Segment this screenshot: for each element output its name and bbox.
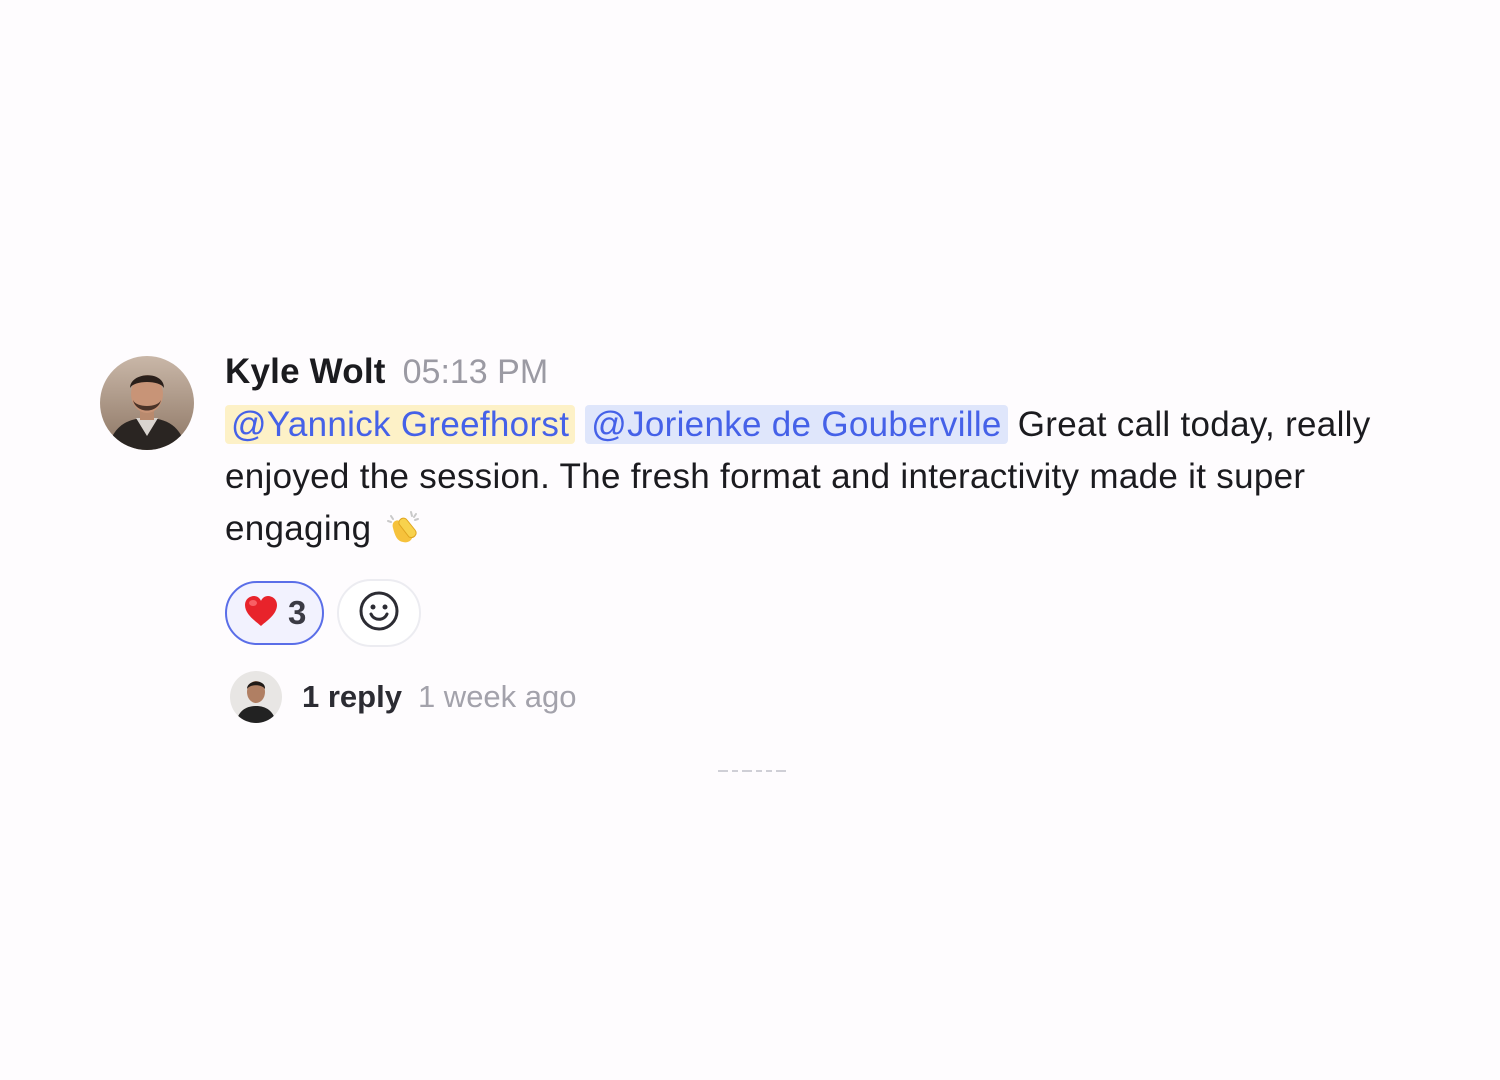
mention-yannick[interactable]: @Yannick Greefhorst	[225, 405, 576, 444]
chat-message: Kyle Wolt 05:13 PM @Yannick Greefhorst @…	[100, 352, 1420, 723]
smiley-face-icon	[358, 590, 400, 637]
reactions-bar: 3	[225, 579, 1420, 647]
divider	[718, 770, 798, 774]
author-name[interactable]: Kyle Wolt	[225, 352, 386, 392]
reaction-count: 3	[288, 594, 307, 631]
thread-summary[interactable]: 1 reply 1 week ago	[230, 671, 1420, 723]
message-body: @Yannick Greefhorst @Jorienke de Gouberv…	[225, 399, 1415, 561]
heart-icon	[243, 595, 279, 632]
add-reaction-button[interactable]	[337, 579, 422, 647]
reply-author-avatar	[230, 671, 282, 723]
reaction-heart[interactable]: 3	[225, 581, 325, 645]
last-reply-time: 1 week ago	[417, 679, 577, 714]
author-avatar[interactable]	[100, 356, 194, 450]
message-timestamp: 05:13 PM	[402, 353, 549, 391]
clapping-hands-icon	[385, 508, 423, 561]
mention-jorienke[interactable]: @Jorienke de Gouberville	[585, 405, 1008, 444]
reply-count-link[interactable]: 1 reply	[302, 679, 402, 715]
